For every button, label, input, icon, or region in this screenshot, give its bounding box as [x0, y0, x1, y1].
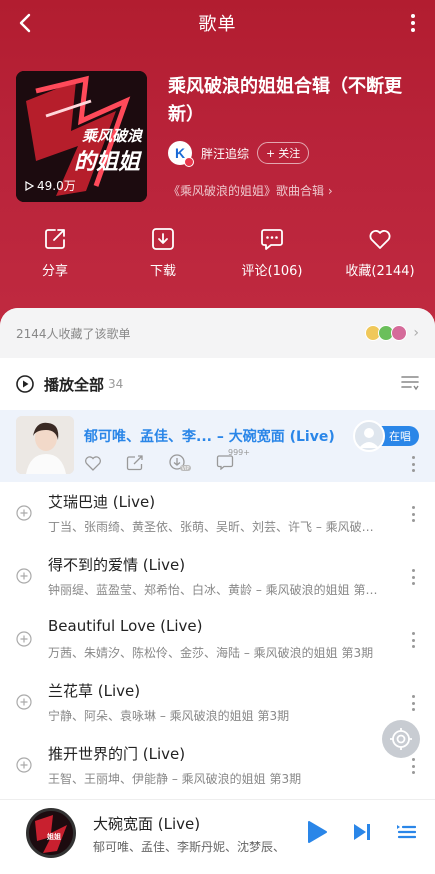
current-song-row[interactable]: 郁可唯、孟佳、李... – 大碗宽面 (Live) VIP 999+ 在唱: [0, 410, 435, 482]
song-title[interactable]: 艾瑞巴迪 (Live): [48, 491, 155, 512]
download-button[interactable]: 下载: [123, 226, 203, 279]
download-icon: [152, 228, 174, 250]
svg-text:VIP: VIP: [182, 466, 190, 472]
song-count: 34: [108, 377, 124, 391]
vertical-dots-icon[interactable]: [407, 11, 419, 35]
song-artists: 王智、王丽坤、伊能静 – 乘风破浪的姐姐 第3期: [48, 772, 302, 786]
album-link-text: 《乘风破浪的姐姐》歌曲合辑: [168, 184, 325, 198]
plus-icon: +: [266, 146, 276, 160]
collector-avatars: ›: [365, 325, 419, 341]
album-link[interactable]: 《乘风破浪的姐姐》歌曲合辑 ›: [168, 182, 333, 199]
playlist-name: 乘风破浪的姐姐合辑（不断更新）: [168, 76, 402, 125]
more-options-icon[interactable]: [411, 695, 415, 711]
download-vip-icon[interactable]: VIP: [168, 454, 192, 472]
play-circle-icon[interactable]: [16, 375, 34, 393]
play-all-label[interactable]: 播放全部: [44, 374, 104, 395]
playlist-info: 乘风破浪的姐姐合辑（不断更新）: [168, 73, 423, 129]
more-options-icon[interactable]: [411, 758, 415, 774]
current-song-title[interactable]: 郁可唯、孟佳、李... – 大碗宽面 (Live): [84, 426, 335, 446]
song-title[interactable]: 得不到的爱情 (Live): [48, 554, 185, 575]
more-options-icon[interactable]: [411, 632, 415, 648]
sort-list-icon[interactable]: [401, 375, 419, 391]
page-title: 歌单: [198, 14, 237, 35]
share-icon[interactable]: [126, 455, 144, 471]
comment-button[interactable]: 999+: [216, 448, 250, 472]
locate-icon: [390, 728, 412, 750]
share-icon: [45, 229, 65, 249]
song-action-icons: VIP 999+: [84, 448, 250, 472]
comment-count-badge: 999+: [228, 448, 250, 457]
play-all-row[interactable]: 播放全部 34: [0, 358, 435, 410]
top-bar: 歌单: [0, 0, 435, 46]
chevron-right-icon: ›: [327, 184, 333, 198]
play-icon[interactable]: [306, 820, 328, 844]
svg-text:的姐姐: 的姐姐: [74, 149, 143, 175]
creator-row[interactable]: K 胖汪追综 + 关注: [168, 141, 310, 167]
now-playing-title[interactable]: 大碗宽面 (Live): [93, 813, 200, 834]
song-row[interactable]: 得不到的爱情 (Live) 钟丽缇、蓝盈莹、郑希怡、白冰、黄龄 – 乘风破浪的姐…: [0, 545, 435, 608]
album-disc[interactable]: 姐姐: [26, 808, 76, 858]
playlist-queue-icon[interactable]: [396, 822, 416, 842]
song-list-panel: 2144人收藏了该歌单 › 播放全部 34 郁可唯、孟佳、李... – 大碗宽面…: [0, 308, 435, 800]
song-row[interactable]: Beautiful Love (Live) 万茜、朱婧汐、陈松伶、金莎、海陆 –…: [0, 608, 435, 671]
song-artists: 宁静、阿朵、袁咏琳 – 乘风破浪的姐姐 第3期: [48, 709, 290, 723]
song-row[interactable]: 艾瑞巴迪 (Live) 丁当、张雨绮、黄圣依、张萌、吴昕、刘芸、许飞 – 乘风破…: [0, 482, 435, 545]
download-label: 下载: [149, 264, 176, 279]
action-bar: 分享 下载 评论(106) 收藏(2144): [0, 226, 435, 286]
play-count-value: 49.0万: [37, 179, 76, 193]
song-title[interactable]: Beautiful Love (Live): [48, 617, 202, 635]
collect-label: 收藏(2144): [345, 264, 415, 279]
song-thumbnail: [16, 416, 74, 474]
song-artists: 丁当、张雨绮、黄圣依、张萌、吴昕、刘芸、许飞 – 乘风破浪的姐姐 第3期: [48, 520, 378, 534]
avatar-letter: K: [174, 145, 186, 161]
chevron-left-icon[interactable]: [14, 11, 38, 35]
now-playing-artists: 郁可唯、孟佳、李斯丹妮、沈梦辰、: [93, 840, 286, 854]
chevron-right-icon: ›: [413, 325, 419, 341]
play-count: 49.0万: [24, 177, 76, 194]
creator-name[interactable]: 胖汪追综: [201, 145, 249, 162]
comment-label: 评论(106): [241, 264, 303, 279]
svg-text:乘风破浪: 乘风破浪: [82, 127, 144, 145]
collectors-bar[interactable]: 2144人收藏了该歌单 ›: [0, 308, 435, 358]
song-artists: 钟丽缇、蓝盈莹、郑希怡、白冰、黄龄 – 乘风破浪的姐姐 第3期: [48, 583, 378, 597]
avatar[interactable]: K: [168, 141, 194, 167]
more-options-icon[interactable]: [411, 506, 415, 522]
playlist-header: 歌单 乘风破浪 的姐姐 49.0万 乘风破浪的姐姐合辑（不断更新） K 胖汪追综…: [0, 0, 435, 330]
comment-button[interactable]: 评论(106): [232, 226, 312, 279]
more-options-icon[interactable]: [411, 569, 415, 585]
heart-icon: [369, 230, 391, 249]
add-circle-icon[interactable]: [16, 631, 32, 647]
avatar: [391, 325, 408, 341]
share-label: 分享: [41, 264, 68, 279]
song-artists: 万茜、朱婧汐、陈松伶、金莎、海陆 – 乘风破浪的姐姐 第3期: [48, 646, 374, 660]
comment-icon: [261, 229, 283, 250]
add-circle-icon[interactable]: [16, 757, 32, 773]
song-title[interactable]: 推开世界的门 (Live): [48, 743, 185, 764]
follow-label: 关注: [278, 147, 301, 160]
next-track-icon[interactable]: [352, 822, 372, 842]
locate-current-button[interactable]: [382, 720, 420, 758]
add-circle-icon[interactable]: [16, 505, 32, 521]
heart-icon[interactable]: [84, 455, 102, 471]
collectors-text: 2144人收藏了该歌单: [16, 326, 131, 341]
song-title[interactable]: 兰花草 (Live): [48, 680, 140, 701]
follow-button[interactable]: + 关注: [257, 142, 310, 164]
share-button[interactable]: 分享: [15, 226, 95, 279]
more-options-icon[interactable]: [411, 456, 415, 472]
singing-indicator[interactable]: 在唱: [353, 420, 419, 452]
svg-text:姐姐: 姐姐: [47, 832, 61, 841]
add-circle-icon[interactable]: [16, 694, 32, 710]
song-row[interactable]: 推开世界的门 (Live) 王智、王丽坤、伊能静 – 乘风破浪的姐姐 第3期: [0, 734, 435, 797]
verified-badge-icon: [184, 157, 194, 167]
play-small-icon: [25, 180, 34, 191]
song-row[interactable]: 兰花草 (Live) 宁静、阿朵、袁咏琳 – 乘风破浪的姐姐 第3期: [0, 671, 435, 734]
avatar: [353, 420, 385, 452]
collect-button[interactable]: 收藏(2144): [340, 226, 420, 279]
mini-player[interactable]: 姐姐 大碗宽面 (Live) 郁可唯、孟佳、李斯丹妮、沈梦辰、: [0, 800, 435, 874]
add-circle-icon[interactable]: [16, 568, 32, 584]
playlist-cover[interactable]: 乘风破浪 的姐姐 49.0万: [16, 71, 147, 202]
